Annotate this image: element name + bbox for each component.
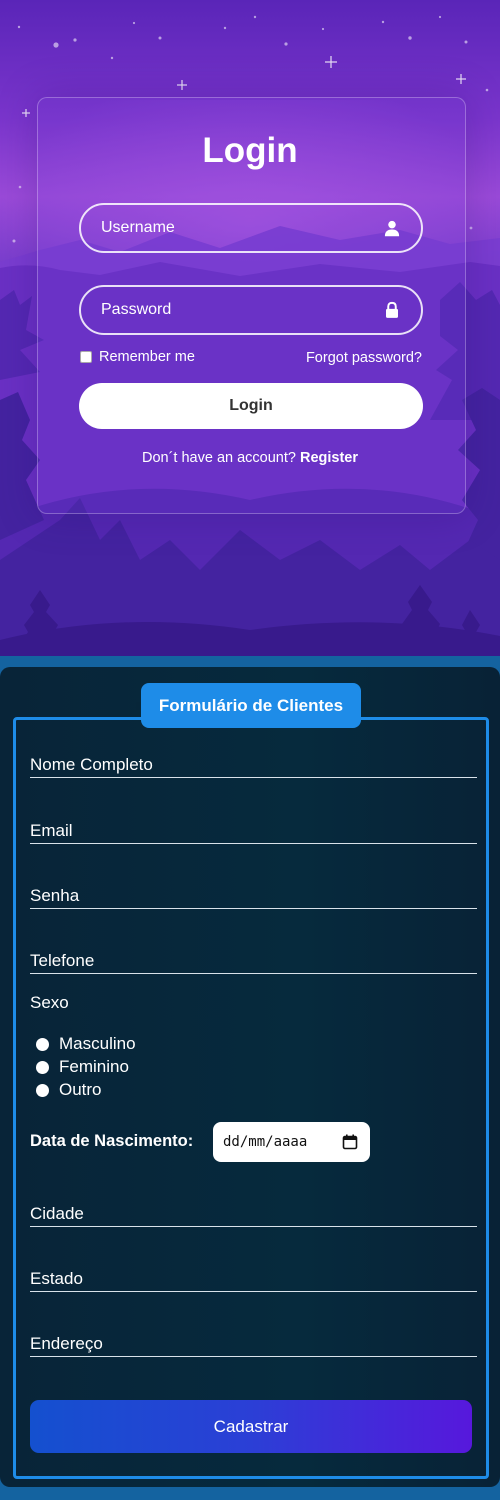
- address-field[interactable]: Endereço: [30, 1331, 477, 1357]
- email-field[interactable]: Email: [30, 818, 477, 844]
- password-placeholder: Password: [101, 301, 172, 318]
- checkbox-box[interactable]: [80, 351, 92, 363]
- radio-button[interactable]: [36, 1083, 49, 1097]
- register-prompt: Don´t have an account? Register: [0, 450, 500, 466]
- lock-icon: [386, 301, 398, 318]
- register-link[interactable]: Register: [300, 450, 358, 466]
- password-input[interactable]: Password: [79, 285, 423, 335]
- radio-button[interactable]: [36, 1060, 49, 1074]
- form-legend: Formulário de Clientes: [141, 683, 361, 728]
- radio-label: Feminino: [59, 1057, 129, 1076]
- remember-me-label: Remember me: [99, 349, 195, 365]
- sex-option-feminino[interactable]: Feminino: [36, 1057, 129, 1077]
- city-field[interactable]: Cidade: [30, 1201, 477, 1227]
- client-form-panel: [0, 667, 500, 1487]
- sex-label: Sexo: [30, 993, 69, 1012]
- full-name-label: Nome Completo: [30, 755, 153, 774]
- birth-date-label: Data de Nascimento:: [30, 1132, 194, 1150]
- cadastrar-button[interactable]: Cadastrar: [30, 1400, 472, 1453]
- client-form-section: [0, 656, 500, 1500]
- birth-date-input[interactable]: dd/mm/aaaa: [213, 1122, 370, 1162]
- address-label: Endereço: [30, 1334, 103, 1353]
- city-label: Cidade: [30, 1204, 84, 1223]
- radio-button[interactable]: [36, 1037, 49, 1051]
- phone-label: Telefone: [30, 951, 95, 970]
- password-label: Senha: [30, 886, 80, 905]
- user-icon: [384, 220, 400, 237]
- no-account-text: Don´t have an account?: [141, 450, 296, 466]
- username-placeholder: Username: [101, 219, 175, 236]
- remember-me-checkbox[interactable]: Remember me: [80, 349, 195, 365]
- forgot-password-link[interactable]: Forgot password?: [306, 350, 422, 366]
- date-placeholder: dd/mm/aaaa: [223, 1134, 308, 1150]
- calendar-icon[interactable]: [342, 1134, 358, 1150]
- login-title: Login: [202, 131, 298, 170]
- username-input[interactable]: Username: [79, 203, 423, 253]
- password-field[interactable]: Senha: [30, 883, 477, 909]
- login-button[interactable]: Login: [79, 383, 423, 429]
- state-label: Estado: [30, 1269, 83, 1288]
- email-label: Email: [30, 821, 73, 840]
- radio-label: Masculino: [59, 1034, 136, 1053]
- sex-option-masculino[interactable]: Masculino: [36, 1034, 136, 1054]
- state-field[interactable]: Estado: [30, 1266, 477, 1292]
- sex-option-outro[interactable]: Outro: [36, 1080, 102, 1100]
- radio-label: Outro: [59, 1080, 102, 1099]
- phone-field[interactable]: Telefone: [30, 948, 477, 974]
- full-name-field[interactable]: Nome Completo: [30, 752, 477, 778]
